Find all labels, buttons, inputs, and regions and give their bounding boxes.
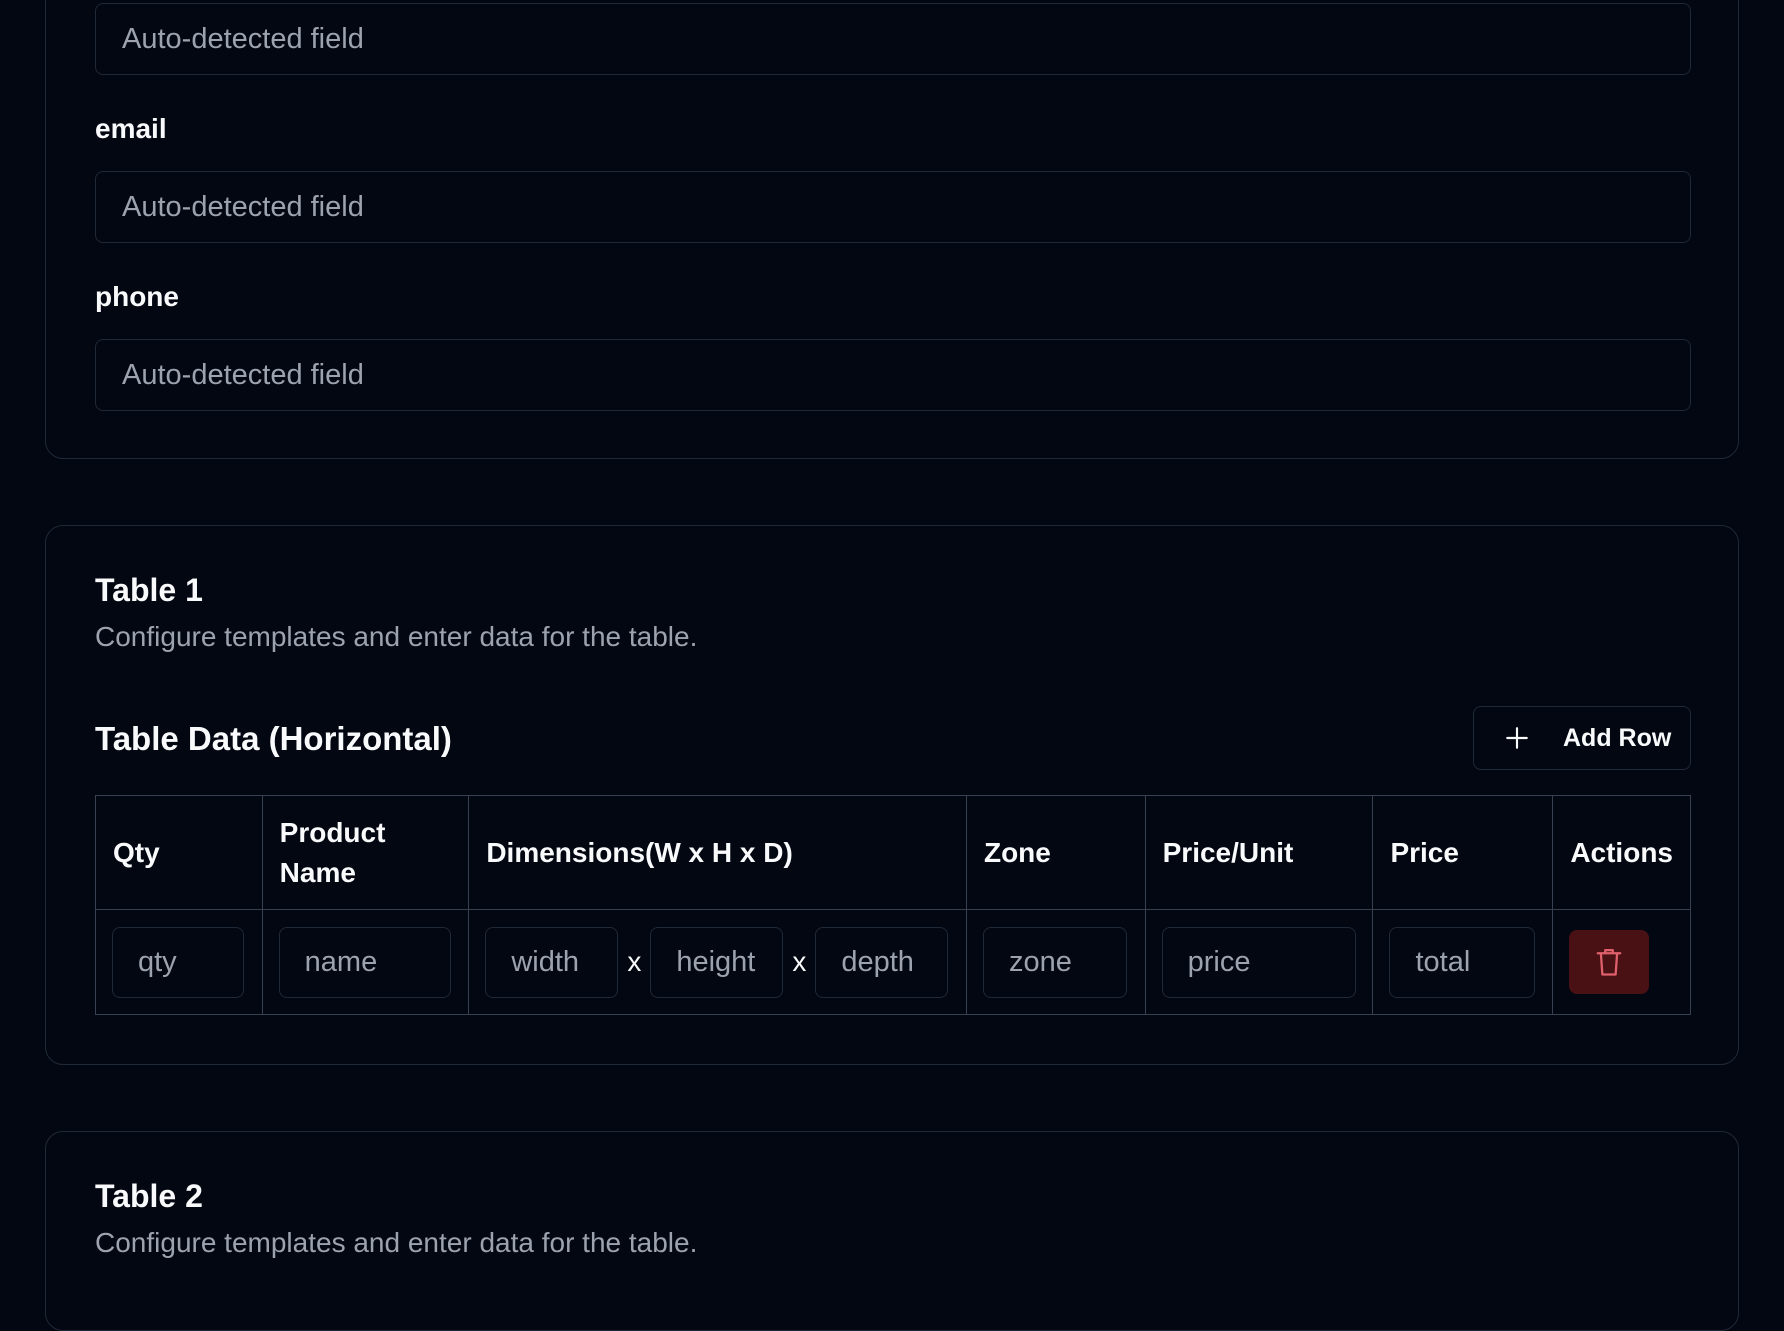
table-1-title: Table 1 <box>95 572 203 608</box>
table-2-description: Configure templates and enter data for t… <box>95 1227 698 1258</box>
column-header-product-name: Product Name <box>261 795 470 910</box>
column-header-price-unit: Price/Unit <box>1144 795 1374 910</box>
phone-label: phone <box>95 281 179 312</box>
table-data-title: Table Data (Horizontal) <box>95 720 452 757</box>
delete-row-button[interactable] <box>1569 930 1650 994</box>
contact-fields-card: Auto-detected field email Auto-detected … <box>45 0 1739 459</box>
height-input[interactable]: height <box>650 926 784 998</box>
dimension-separator: x <box>627 946 642 977</box>
add-row-label: Add Row <box>1563 723 1672 752</box>
dimensions-group: width x height x depth <box>485 926 950 998</box>
email-field[interactable]: Auto-detected field <box>95 171 1691 243</box>
table-row: qty name width x height x depth zone pri… <box>95 909 1691 1015</box>
width-input[interactable]: width <box>485 926 619 998</box>
table-header-row: Qty Product Name Dimensions(W x H x D) Z… <box>95 795 1691 910</box>
product-name-input[interactable]: name <box>278 926 451 998</box>
qty-input[interactable]: qty <box>112 926 244 998</box>
email-label: email <box>95 113 167 144</box>
table-1-description: Configure templates and enter data for t… <box>95 621 698 652</box>
phone-field[interactable]: Auto-detected field <box>95 339 1691 411</box>
column-header-dimensions: Dimensions(W x H x D) <box>468 795 967 910</box>
depth-input[interactable]: depth <box>815 926 949 998</box>
table-data: Qty Product Name Dimensions(W x H x D) Z… <box>95 795 1691 1015</box>
column-header-zone: Zone <box>965 795 1146 910</box>
price-unit-input[interactable]: price <box>1161 926 1356 998</box>
table-2-card: Table 2 Configure templates and enter da… <box>45 1131 1739 1331</box>
plus-icon <box>1506 727 1528 749</box>
column-header-price: Price <box>1372 795 1554 910</box>
column-header-actions: Actions <box>1552 795 1691 910</box>
trash-icon <box>1596 949 1622 976</box>
dimension-separator: x <box>792 946 807 977</box>
table-1-card: Table 1 Configure templates and enter da… <box>45 525 1739 1065</box>
add-row-button[interactable]: Add Row <box>1473 706 1691 770</box>
column-header-qty: Qty <box>95 795 263 910</box>
price-total-input[interactable]: total <box>1389 926 1536 998</box>
auto-detected-field-input[interactable]: Auto-detected field <box>95 3 1691 75</box>
zone-input[interactable]: zone <box>982 926 1127 998</box>
table-2-title: Table 2 <box>95 1178 203 1214</box>
